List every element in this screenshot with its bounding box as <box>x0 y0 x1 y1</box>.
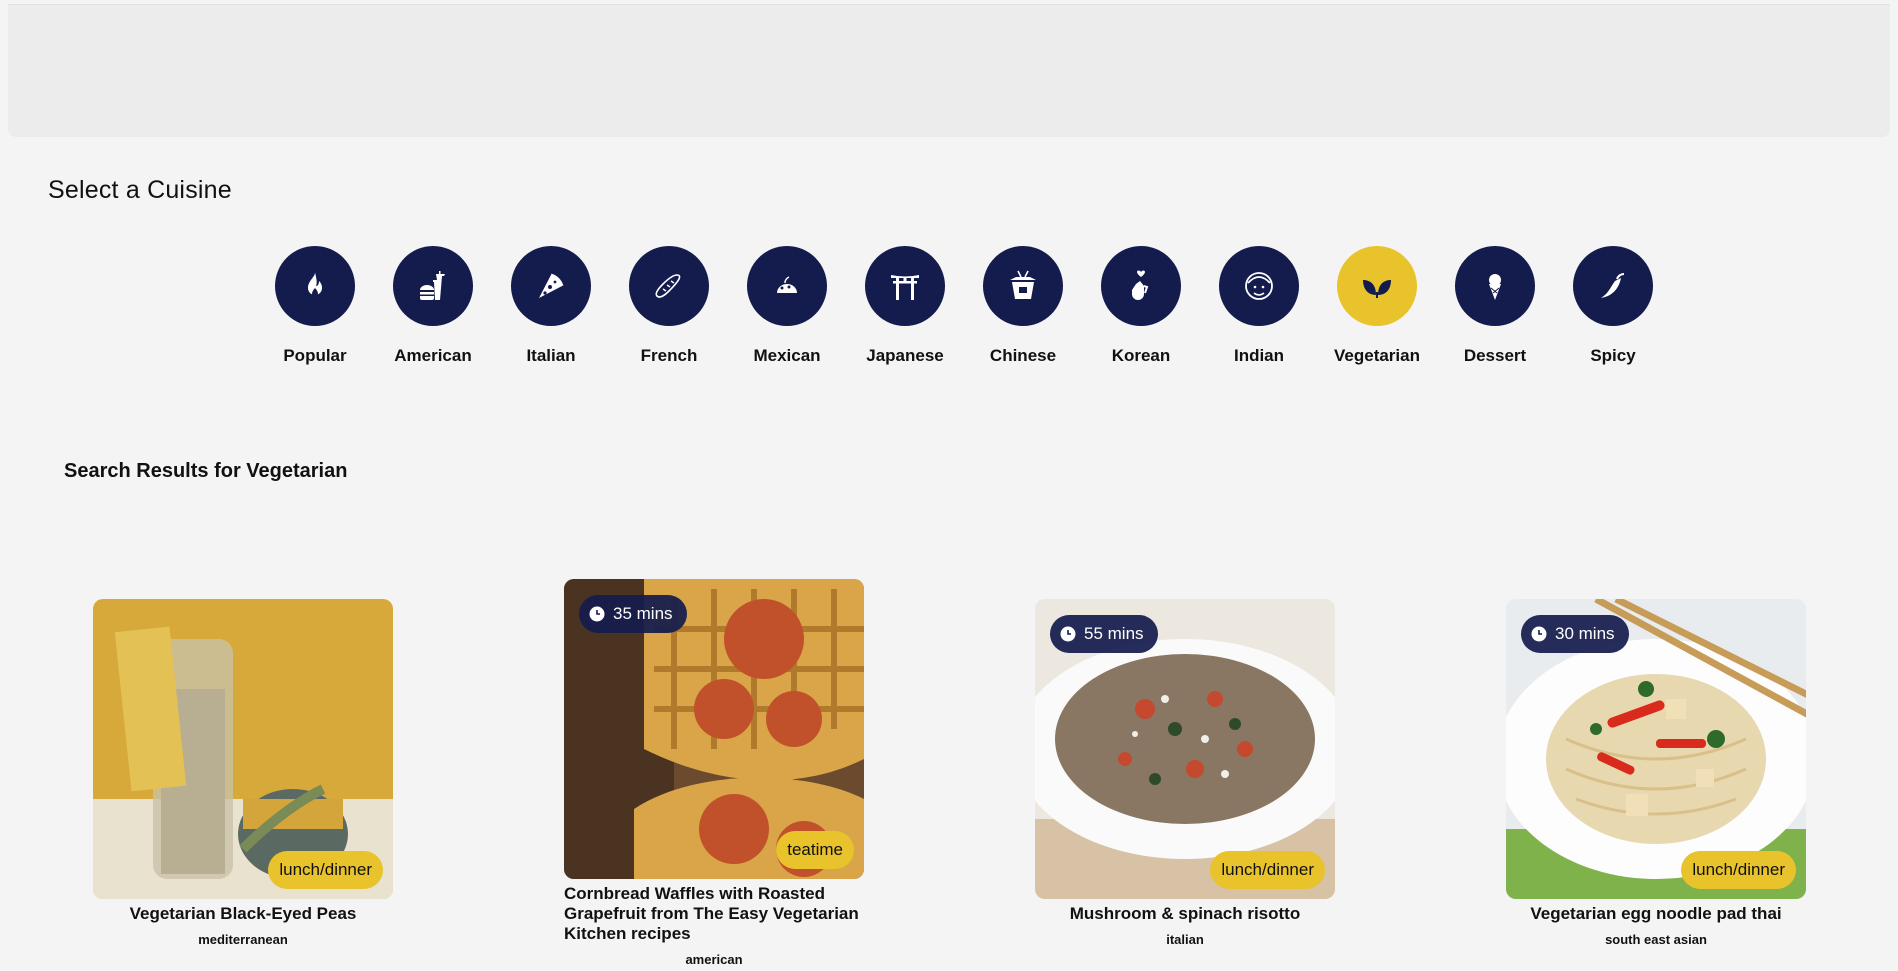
recipe-card[interactable]: 30 mins lunch/dinner Vegetarian egg nood… <box>1506 599 1806 947</box>
recipe-title[interactable]: Cornbread Waffles with Roasted Grapefrui… <box>564 884 864 944</box>
cook-time-badge: 30 mins <box>1521 615 1629 653</box>
recipe-cuisine: south east asian <box>1605 932 1707 947</box>
cuisine-selector: Popular American Italian French Mexican … <box>256 246 1672 366</box>
recipe-title[interactable]: Vegetarian Black-Eyed Peas <box>93 904 393 924</box>
recipe-image[interactable]: 35 mins teatime <box>564 579 864 879</box>
cuisine-label: American <box>394 346 472 365</box>
taco-icon <box>777 276 797 293</box>
recipe-card[interactable]: 55 mins lunch/dinner Mushroom & spinach … <box>1035 599 1335 947</box>
cook-time: 35 mins <box>613 604 673 623</box>
clock-icon <box>1531 626 1547 642</box>
baguette-icon <box>655 274 681 298</box>
cuisine-label: French <box>640 346 698 365</box>
recipe-card[interactable]: 35 mins teatime Cornbread Waffles with R… <box>564 579 864 967</box>
cuisine-label: Chinese <box>989 346 1057 365</box>
top-banner <box>8 4 1890 137</box>
cuisine-label: Dessert <box>1463 346 1527 365</box>
cuisine-korean[interactable]: Korean <box>1082 246 1200 366</box>
cuisine-italian[interactable]: Italian <box>492 246 610 366</box>
cuisine-label: Mexican <box>753 346 821 365</box>
cuisine-label: Italian <box>526 346 576 365</box>
cuisine-popular[interactable]: Popular <box>256 246 374 366</box>
meal-type-badge: lunch/dinner <box>268 851 383 889</box>
cuisine-american[interactable]: American <box>374 246 492 366</box>
cook-time: 55 mins <box>1084 624 1144 643</box>
meal-type-badge: lunch/dinner <box>1681 851 1796 889</box>
torii-gate-icon <box>891 275 919 300</box>
cuisine-indian[interactable]: Indian <box>1200 246 1318 366</box>
cook-time-badge: 35 mins <box>579 595 687 633</box>
clock-icon <box>589 606 605 622</box>
flame-icon <box>308 271 322 297</box>
recipe-image[interactable]: lunch/dinner <box>93 599 393 899</box>
recipe-cuisine: american <box>685 952 743 967</box>
cuisine-mexican[interactable]: Mexican <box>728 246 846 366</box>
cuisine-dessert[interactable]: Dessert <box>1436 246 1554 366</box>
cook-time-badge: 55 mins <box>1050 615 1158 653</box>
meal-type-badge: teatime <box>776 831 854 869</box>
section-title: Select a Cuisine <box>48 176 232 204</box>
cook-time: 30 mins <box>1555 624 1615 643</box>
cuisine-label: Spicy <box>1590 346 1636 365</box>
clock-icon <box>1060 626 1076 642</box>
meal-type-badge: lunch/dinner <box>1210 851 1325 889</box>
cuisine-label: Korean <box>1111 346 1171 365</box>
recipe-cuisine: mediterranean <box>198 932 288 947</box>
burger-drink-icon <box>420 271 445 300</box>
finger-heart-icon <box>1132 270 1149 300</box>
cuisine-spicy[interactable]: Spicy <box>1554 246 1672 366</box>
cuisine-japanese[interactable]: Japanese <box>846 246 964 366</box>
chili-pepper-icon <box>1601 273 1625 298</box>
cuisine-vegetarian[interactable]: Vegetarian <box>1318 246 1436 366</box>
recipe-title[interactable]: Mushroom & spinach risotto <box>1035 904 1335 924</box>
cuisine-chinese[interactable]: Chinese <box>964 246 1082 366</box>
takeout-box-icon <box>1010 270 1036 299</box>
recipe-title[interactable]: Vegetarian egg noodle pad thai <box>1506 904 1806 924</box>
pizza-icon <box>539 272 565 298</box>
cuisine-label: Japanese <box>866 346 944 365</box>
cuisine-label: Vegetarian <box>1334 346 1420 365</box>
turban-face-icon <box>1245 272 1273 300</box>
results-title: Search Results for Vegetarian <box>64 460 348 482</box>
cuisine-label: Popular <box>283 346 347 365</box>
recipe-image[interactable]: 30 mins lunch/dinner <box>1506 599 1806 899</box>
leaves-icon <box>1363 280 1391 298</box>
cuisine-label: Indian <box>1233 346 1285 365</box>
recipe-cuisine: italian <box>1166 932 1204 947</box>
recipe-card[interactable]: lunch/dinner Vegetarian Black-Eyed Peas … <box>93 599 393 947</box>
recipe-image[interactable]: 55 mins lunch/dinner <box>1035 599 1335 899</box>
cuisine-french[interactable]: French <box>610 246 728 366</box>
ice-cream-icon <box>1489 274 1501 300</box>
